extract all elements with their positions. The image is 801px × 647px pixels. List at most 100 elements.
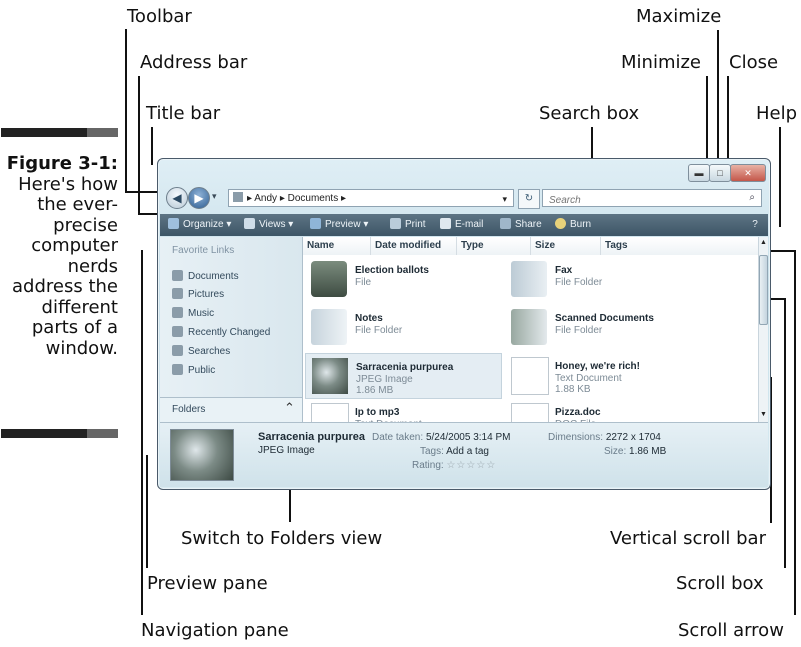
music-icon — [172, 307, 183, 318]
refresh-icon: ↻ — [524, 193, 534, 204]
file-name: Ip to mp3 — [355, 407, 400, 418]
folder-icon — [511, 261, 547, 297]
file-item[interactable]: Fax File Folder — [505, 257, 700, 301]
leader-maximize — [717, 30, 719, 166]
views-button[interactable]: Views ▾ — [244, 214, 293, 236]
callout-scroll-box: Scroll box — [676, 573, 764, 594]
breadcrumb[interactable]: ▸ Andy ▸ Documents ▸ — [247, 193, 346, 204]
callout-close: Close — [729, 52, 779, 73]
callout-vertical-scroll-bar: Vertical scroll bar — [610, 528, 766, 549]
search-icon[interactable]: ⌕ — [749, 192, 755, 203]
size-value: 1.86 MB — [629, 446, 667, 457]
file-item[interactable]: Ip to mp3 Text Document — [305, 399, 500, 422]
file-name: Sarracenia purpurea — [356, 362, 454, 373]
file-name: Election ballots — [355, 265, 429, 276]
tags-label: Tags: — [420, 446, 444, 457]
file-name: Fax — [555, 265, 573, 276]
text-document-icon — [311, 403, 349, 422]
back-icon: ◀ — [172, 191, 182, 205]
address-dropdown-icon[interactable]: ▾ — [502, 190, 507, 208]
column-tags[interactable]: Tags — [601, 237, 765, 255]
caption-rule-bottom-end — [87, 429, 118, 438]
file-type: File — [355, 277, 372, 288]
file-list: Name Date modified Type Size Tags Electi… — [303, 237, 765, 422]
briefcase-icon — [311, 261, 347, 297]
scroll-up-arrow[interactable]: ▲ — [760, 239, 767, 246]
file-name: Scanned Documents — [555, 313, 654, 324]
folders-toggle[interactable]: Folders ⌃ — [160, 397, 302, 422]
explorer-window: ▬ □ ✕ ◀ ▶ ▾ ▸ Andy ▸ Documents ▸ ▾ ↻ ⌕ O… — [157, 158, 771, 490]
column-type[interactable]: Type — [457, 237, 531, 255]
leader-scrollarrow-h — [768, 250, 794, 252]
nav-item-music[interactable]: Music — [172, 306, 214, 322]
caption-rule-bottom — [1, 429, 87, 438]
back-button[interactable]: ◀ — [166, 187, 188, 209]
file-item[interactable]: Notes File Folder — [305, 305, 500, 349]
organize-icon — [168, 218, 179, 229]
nav-item-public[interactable]: Public — [172, 363, 215, 379]
nav-label: Pictures — [188, 289, 225, 300]
nav-item-searches[interactable]: Searches — [172, 344, 230, 360]
print-button[interactable]: Print — [390, 214, 426, 236]
address-bar[interactable]: ▸ Andy ▸ Documents ▸ ▾ — [228, 189, 514, 207]
file-size: 1.88 KB — [555, 384, 591, 395]
file-item[interactable]: Election ballots File — [305, 257, 500, 301]
organize-label: Organize ▾ — [183, 219, 232, 230]
chevron-up-icon[interactable]: ⌃ — [284, 400, 295, 416]
dimensions-value: 2272 x 1704 — [605, 432, 661, 443]
public-icon — [172, 364, 183, 375]
tags-value[interactable]: Add a tag — [446, 446, 489, 457]
nav-label: Public — [188, 365, 216, 376]
search-box[interactable]: ⌕ — [542, 189, 762, 210]
preview-dimensions: Dimensions: 2272 x 1704 — [548, 432, 661, 443]
burn-button[interactable]: Burn — [555, 214, 591, 236]
nav-item-recently-changed[interactable]: Recently Changed — [172, 325, 270, 341]
help-button[interactable]: ? — [748, 214, 762, 236]
leader-title — [151, 127, 153, 165]
favorite-links-heading: Favorite Links — [172, 245, 235, 256]
doc-file-icon — [511, 403, 549, 422]
file-item-selected[interactable]: Sarracenia purpurea JPEG Image 1.86 MB — [305, 353, 502, 399]
figure-caption: Figure 3-1: Here's how the ever-precise … — [0, 153, 118, 359]
file-type: File Folder — [355, 325, 403, 336]
text-document-icon — [511, 357, 549, 395]
column-size[interactable]: Size — [531, 237, 601, 255]
maximize-icon: □ — [717, 168, 723, 178]
callout-address-bar: Address bar — [140, 52, 248, 73]
recent-pages-dropdown[interactable]: ▾ — [212, 191, 217, 202]
column-name[interactable]: Name — [303, 237, 371, 255]
file-type: Text Document — [555, 373, 622, 384]
image-thumbnail — [312, 358, 348, 394]
file-item[interactable]: Honey, we're rich! Text Document 1.88 KB — [505, 353, 700, 397]
leader-address — [138, 76, 140, 214]
email-button[interactable]: E-mail — [440, 214, 483, 236]
organize-button[interactable]: Organize ▾ — [168, 214, 231, 236]
size-label: Size: — [604, 446, 627, 457]
share-icon — [500, 218, 511, 229]
forward-icon: ▶ — [194, 191, 204, 205]
nav-item-documents[interactable]: Documents — [172, 269, 239, 285]
scroll-box[interactable] — [759, 255, 768, 325]
forward-button[interactable]: ▶ — [188, 187, 210, 209]
maximize-button[interactable]: □ — [709, 164, 731, 182]
vertical-scroll-bar[interactable]: ▲ ▼ — [758, 237, 768, 422]
scroll-down-arrow[interactable]: ▼ — [760, 411, 767, 418]
share-button[interactable]: Share — [500, 214, 542, 236]
search-input[interactable] — [543, 191, 731, 210]
leader-navigation — [141, 250, 143, 615]
file-name: Notes — [355, 313, 383, 324]
refresh-button[interactable]: ↻ — [518, 189, 540, 209]
nav-item-pictures[interactable]: Pictures — [172, 287, 224, 303]
close-button[interactable]: ✕ — [730, 164, 766, 182]
file-item[interactable]: Pizza.doc DOC File — [505, 399, 700, 422]
preview-button[interactable]: Preview ▾ — [310, 214, 368, 236]
minimize-button[interactable]: ▬ — [688, 164, 710, 182]
rating-stars[interactable]: ☆☆☆☆☆ — [446, 460, 496, 471]
column-date-modified[interactable]: Date modified — [371, 237, 457, 255]
nav-label: Music — [188, 308, 215, 319]
nav-label: Recently Changed — [188, 327, 271, 338]
file-item[interactable]: Scanned Documents File Folder — [505, 305, 700, 349]
preview-rating: Rating: ☆☆☆☆☆ — [412, 460, 496, 471]
toolbar: Organize ▾ Views ▾ Preview ▾ Print E-mai… — [160, 214, 768, 236]
folders-label: Folders — [172, 404, 206, 415]
